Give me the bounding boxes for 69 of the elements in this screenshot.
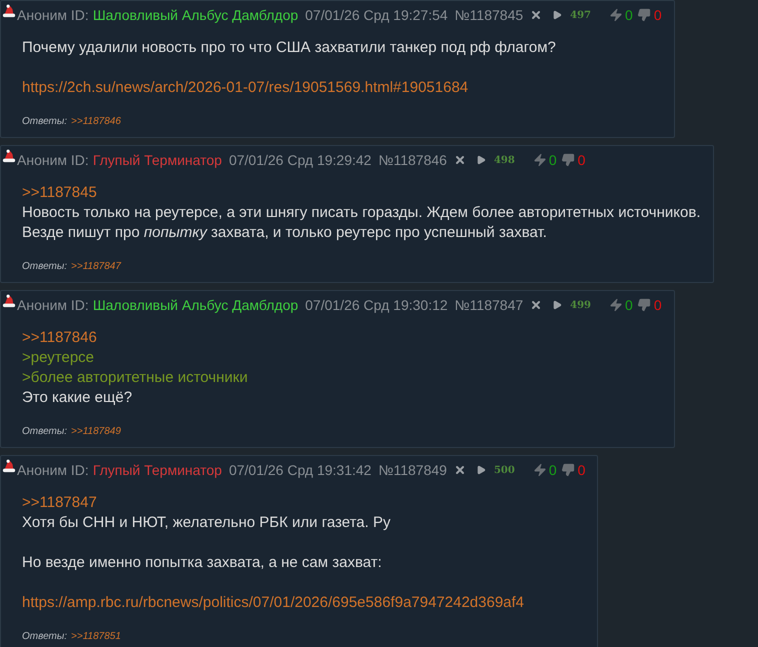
thumbs-down-icon[interactable] bbox=[560, 463, 575, 477]
bolt-icon[interactable] bbox=[609, 8, 624, 22]
play-icon[interactable] bbox=[552, 10, 562, 20]
post-date: 07/01/26 Срд 19:27:54 bbox=[305, 6, 448, 25]
reply-link[interactable]: >>1187849 bbox=[71, 424, 121, 439]
poster-name: Глупый Терминатор bbox=[92, 150, 222, 170]
replies-label: Ответы: bbox=[22, 260, 68, 274]
post-number[interactable]: №1187846 bbox=[378, 150, 447, 170]
author-label: Аноним ID: bbox=[16, 296, 89, 314]
dislike-count: 0 bbox=[654, 6, 662, 24]
post-link[interactable]: https://amp.rbc.ru/rbcnews/politics/07/01/2026/695e586f9a7947242d369af4 bbox=[22, 593, 524, 613]
poster-name: Шаловливый Альбус Дамблдор bbox=[92, 6, 298, 25]
quote-text: >реутерсе bbox=[22, 348, 94, 368]
like-count: 0 bbox=[625, 296, 633, 314]
post-count: 499 bbox=[570, 298, 592, 312]
replies-label: Ответы: bbox=[22, 630, 68, 644]
post-text: Но везде именно попытка захвата, а не сам захват: bbox=[22, 553, 382, 573]
close-icon[interactable] bbox=[530, 299, 542, 311]
dislike-count: 0 bbox=[578, 460, 586, 480]
thumbs-down-icon[interactable] bbox=[560, 153, 575, 167]
post-text: Почему удалили новость про то что США захватили танкер под рф флагом? bbox=[22, 38, 556, 58]
post-count: 500 bbox=[494, 464, 515, 478]
santa-hat-icon bbox=[2, 459, 16, 473]
reply-link[interactable]: >>1187851 bbox=[71, 629, 121, 644]
post-date: 07/01/26 Срд 19:29:42 bbox=[228, 150, 372, 170]
thumbs-down-icon[interactable] bbox=[636, 8, 651, 22]
dislike-count: 0 bbox=[578, 150, 586, 170]
close-icon[interactable] bbox=[530, 9, 542, 21]
post-number[interactable]: №1187849 bbox=[378, 460, 447, 480]
post-count: 497 bbox=[570, 8, 592, 22]
poster-name: Шаловливый Альбус Дамблдор bbox=[92, 296, 298, 315]
santa-hat-icon bbox=[2, 149, 16, 163]
like-count: 0 bbox=[548, 150, 557, 170]
post-link[interactable]: >>1187845 bbox=[22, 183, 97, 203]
post-count: 498 bbox=[494, 154, 515, 168]
thumbs-down-icon[interactable] bbox=[636, 298, 651, 312]
play-icon[interactable] bbox=[552, 300, 562, 310]
reply-link[interactable]: >>1187847 bbox=[71, 259, 121, 274]
post-text: Новость только на реутерсе, а эти шнягу писать горазды. Ждем более авторитетных источников. bbox=[22, 203, 700, 223]
bolt-icon[interactable] bbox=[532, 153, 547, 167]
post-date: 07/01/26 Срд 19:30:12 bbox=[305, 296, 448, 315]
play-icon[interactable] bbox=[476, 465, 486, 475]
close-icon[interactable] bbox=[454, 464, 466, 476]
santa-hat-icon bbox=[2, 294, 16, 308]
dislike-count: 0 bbox=[654, 296, 662, 314]
post-text: Хотя бы СНН и НЮТ, желательно РБК или газета. Ру bbox=[22, 513, 390, 533]
like-count: 0 bbox=[625, 6, 633, 24]
santa-hat-icon bbox=[2, 4, 16, 18]
post-number[interactable]: №1187847 bbox=[454, 294, 524, 316]
post-link[interactable]: >>1187846 bbox=[22, 328, 97, 348]
post-date: 07/01/26 Срд 19:31:42 bbox=[228, 460, 372, 480]
post-number[interactable]: №1187845 bbox=[454, 4, 524, 26]
post-link[interactable]: >>1187847 bbox=[22, 493, 97, 513]
post-text: Это какие ещё? bbox=[22, 388, 132, 408]
bolt-icon[interactable] bbox=[532, 463, 547, 477]
author-label: Аноним ID: bbox=[16, 6, 89, 24]
replies-label: Ответы: bbox=[22, 115, 68, 129]
author-label: Аноним ID: bbox=[16, 150, 89, 170]
reply-link[interactable]: >>1187846 bbox=[71, 114, 121, 129]
close-icon[interactable] bbox=[454, 154, 466, 166]
post-link[interactable]: https://2ch.su/news/arch/2026-01-07/res/19051569.html#19051684 bbox=[22, 78, 468, 98]
author-label: Аноним ID: bbox=[16, 460, 89, 480]
poster-name: Глупый Терминатор bbox=[92, 460, 222, 480]
like-count: 0 bbox=[548, 460, 557, 480]
post-text: Везде пишут про попытку захвата, и только реутерс про успешный захват. bbox=[22, 223, 547, 243]
bolt-icon[interactable] bbox=[609, 298, 624, 312]
quote-text: >более авторитетные источники bbox=[22, 368, 248, 388]
replies-label: Ответы: bbox=[22, 425, 68, 439]
play-icon[interactable] bbox=[476, 155, 486, 165]
